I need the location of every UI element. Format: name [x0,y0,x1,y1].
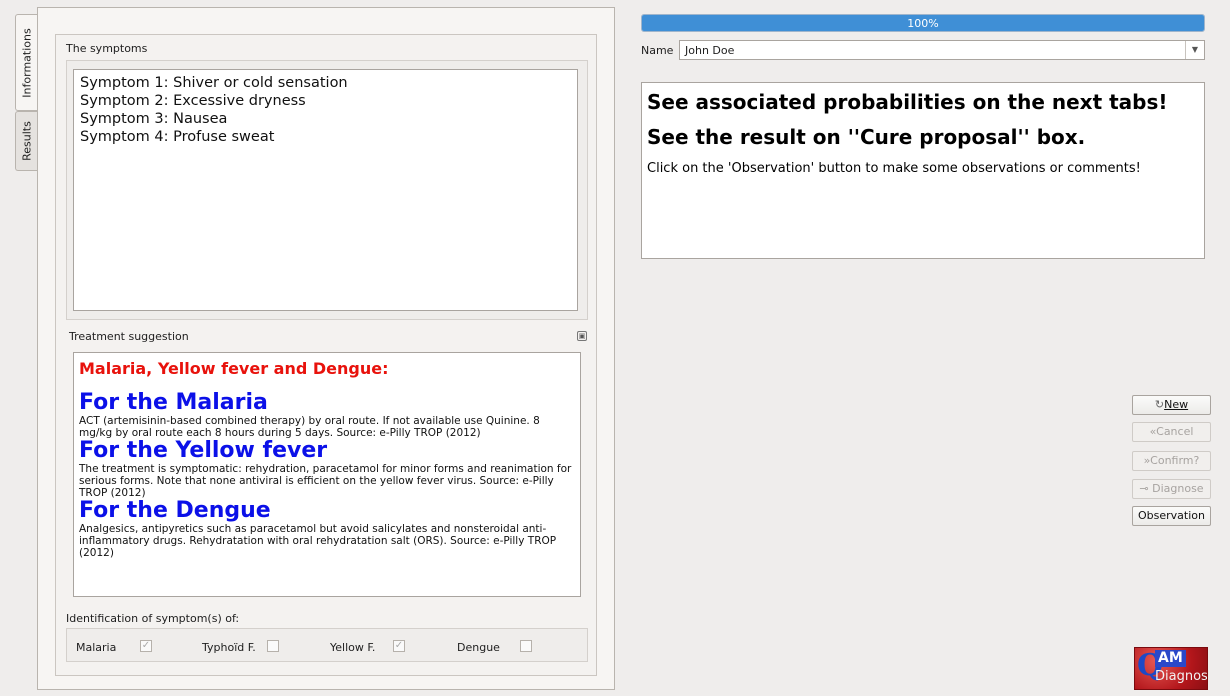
qam-diagnos-logo: Q AM Diagnos [1134,647,1208,690]
dengue-check-label: Dengue [457,641,500,654]
new-button[interactable]: ↻New [1132,395,1211,415]
chevron-down-icon[interactable]: ▼ [1185,41,1204,59]
identification-title: Identification of symptom(s) of: [66,612,240,625]
symptoms-textbox[interactable]: Symptom 1: Shiver or cold sensation Symp… [73,69,578,311]
yellow-fever-text: The treatment is symptomatic: rehydratio… [79,463,572,499]
cancel-button-label: Cancel [1156,425,1194,438]
yellow-fever-check-label: Yellow F. [330,641,376,654]
new-icon: ↻ [1154,398,1165,411]
info-observation-hint: Click on the 'Observation' button to mak… [647,161,1141,176]
cancel-button[interactable]: «Cancel [1132,422,1211,442]
name-value: John Doe [685,44,735,57]
symptom-line: Symptom 2: Excessive dryness [80,93,306,109]
malaria-heading: For the Malaria [79,390,268,415]
yellow-fever-checkbox[interactable]: ✓ [393,640,405,652]
diagnose-button[interactable]: ⊸ Diagnose [1132,479,1211,499]
tab-results-label: Results [20,121,33,161]
dengue-heading: For the Dengue [79,498,271,523]
progress-bar: 100% [641,14,1205,32]
diagnose-button-label: Diagnose [1152,482,1204,495]
dengue-text: Analgesics, antipyretics such as paracet… [79,523,557,559]
info-probabilities: See associated probabilities on the next… [647,90,1168,114]
tab-informations-label: Informations [20,27,34,98]
tab-informations[interactable]: Informations [15,14,38,111]
key-icon: ⊸ [1139,482,1153,495]
symptom-line: Symptom 1: Shiver or cold sensation [80,75,348,91]
name-combobox[interactable]: John Doe ▼ [679,40,1205,60]
treatment-title: Treatment suggestion [69,330,189,343]
symptom-line: Symptom 4: Profuse sweat [80,129,275,145]
float-icon[interactable]: ▣ [577,331,587,341]
observation-button-label: Observation [1138,509,1205,522]
symptom-line: Symptom 3: Nausea [80,111,228,127]
confirm-button-label: Confirm? [1150,454,1200,467]
symptoms-title: The symptoms [66,42,148,55]
typhoid-check-label: Typhoïd F. [202,641,256,654]
malaria-text: ACT (artemisinin-based combined therapy)… [79,415,540,439]
treatment-heading: Malaria, Yellow fever and Dengue: [79,359,389,378]
treatment-textbox[interactable]: Malaria, Yellow fever and Dengue: For th… [73,352,581,597]
logo-am: AM [1155,650,1186,667]
info-cure-proposal: See the result on ''Cure proposal'' box. [647,125,1086,149]
logo-diagnos: Diagnos [1155,669,1208,684]
tab-results[interactable]: Results [15,111,37,171]
dengue-checkbox[interactable] [520,640,532,652]
confirm-button[interactable]: »Confirm? [1132,451,1211,471]
malaria-check-label: Malaria [76,641,117,654]
info-box: See associated probabilities on the next… [641,82,1205,259]
malaria-checkbox[interactable]: ✓ [140,640,152,652]
name-label: Name [641,44,674,57]
observation-button[interactable]: Observation [1132,506,1211,526]
typhoid-checkbox[interactable] [267,640,279,652]
yellow-fever-heading: For the Yellow fever [79,438,328,463]
new-button-label: New [1164,398,1189,411]
progress-text: 100% [907,17,939,30]
